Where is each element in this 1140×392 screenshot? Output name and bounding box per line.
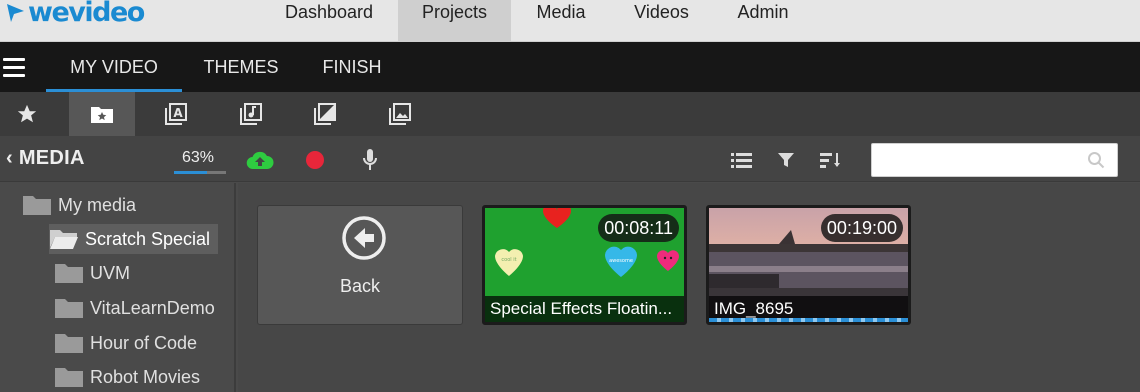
text-icon: A (165, 103, 187, 125)
folder-label: Hour of Code (90, 332, 198, 353)
nav-projects[interactable]: Projects (398, 0, 511, 42)
tab-finish[interactable]: FINISH (308, 42, 396, 92)
hamburger-menu-icon[interactable] (3, 58, 25, 82)
folder-scratch-special[interactable]: Scratch Special (49, 224, 218, 254)
storage-percent: 63% (182, 149, 215, 166)
folder-icon (55, 368, 83, 387)
starred-folder-icon (91, 107, 113, 123)
folder-open-icon (50, 230, 78, 249)
back-label: Back (339, 276, 381, 296)
folder-hour-of-code[interactable]: Hour of Code (54, 328, 234, 358)
image-icon (389, 103, 411, 125)
filter-icon (778, 153, 794, 167)
chevron-left-icon: ‹ (6, 147, 13, 169)
storage-bar-fill (174, 171, 207, 174)
svg-text:A: A (173, 106, 183, 120)
voiceover-button[interactable] (358, 146, 382, 174)
nav-media[interactable]: Media (513, 0, 609, 42)
logo-text: wevideo (28, 0, 145, 28)
star-icon (17, 104, 37, 123)
top-navigation: wevideo Dashboard Projects Media Videos … (0, 0, 1140, 42)
folder-label: Robot Movies (90, 366, 201, 387)
list-view-button[interactable] (729, 146, 755, 174)
record-icon (306, 151, 324, 169)
sort-icon (820, 153, 840, 168)
folder-icon (55, 264, 83, 283)
folder-label: Scratch Special (85, 228, 211, 249)
filter-button[interactable] (774, 146, 798, 174)
folder-icon (55, 334, 83, 353)
audio-icon (240, 103, 262, 125)
folder-my-media[interactable]: My media (22, 190, 212, 220)
list-view-icon (731, 153, 752, 168)
search-input[interactable] (871, 143, 1118, 177)
my-media-tab[interactable] (69, 92, 135, 136)
folder-label: My media (58, 194, 137, 215)
folder-icon (55, 299, 83, 318)
svg-text:cool it: cool it (501, 257, 516, 263)
images-tab[interactable] (367, 92, 433, 136)
nav-dashboard[interactable]: Dashboard (264, 0, 394, 42)
media-back-link[interactable]: ‹ MEDIA (6, 147, 85, 170)
audio-tab[interactable] (218, 92, 284, 136)
transitions-tab[interactable] (292, 92, 358, 136)
search-icon (1088, 152, 1105, 169)
favorites-tab[interactable] (0, 92, 54, 136)
folder-label: VitaLearnDemo (90, 297, 215, 318)
folder-uvm[interactable]: UVM (54, 258, 234, 288)
clip-duration: 00:08:11 (598, 214, 679, 242)
media-title: MEDIA (18, 147, 85, 169)
nav-videos[interactable]: Videos (615, 0, 708, 42)
microphone-icon (363, 149, 377, 170)
titles-tab[interactable]: A (143, 92, 209, 136)
upload-button[interactable] (245, 146, 275, 174)
record-button[interactable] (303, 146, 327, 174)
tab-themes[interactable]: THEMES (188, 42, 294, 92)
upload-cloud-icon (246, 151, 274, 170)
clip-progress-stripe (709, 318, 908, 322)
folder-robot-movies[interactable]: Robot Movies (54, 362, 234, 392)
clip-duration: 00:19:00 (820, 214, 903, 242)
storage-bar (174, 171, 226, 174)
media-clip-special-effects[interactable]: cool it awesome 00:08:11 Special Effects… (482, 205, 687, 325)
sort-button[interactable] (818, 146, 844, 174)
wevideo-logo[interactable]: wevideo (4, 0, 145, 28)
logo-mark-icon (7, 4, 24, 22)
folder-vitalearndemo[interactable]: VitaLearnDemo (54, 293, 234, 323)
back-arrow-icon (342, 216, 386, 260)
folder-label: UVM (90, 262, 130, 283)
nav-admin[interactable]: Admin (712, 0, 814, 42)
folder-icon (23, 196, 51, 215)
transition-icon (314, 103, 336, 125)
media-clip-img-8695[interactable]: 00:19:00 IMG_8695 (706, 205, 911, 325)
svg-text:awesome: awesome (609, 258, 633, 264)
clip-title: Special Effects Floatin... (485, 296, 684, 322)
tab-my-video[interactable]: MY VIDEO (46, 42, 182, 92)
